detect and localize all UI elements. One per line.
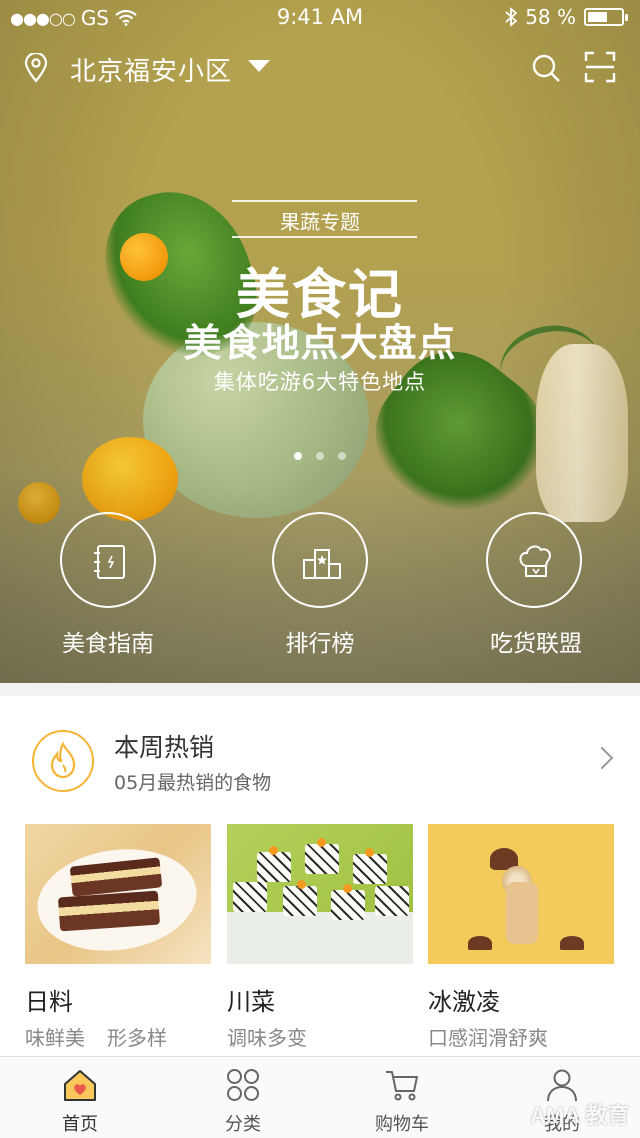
dot	[365, 848, 374, 857]
tab-label: 首页	[62, 1114, 98, 1135]
food-image[interactable]	[25, 824, 211, 964]
food-tag: 口感润滑舒爽	[428, 1026, 548, 1050]
watermark: AMA 教育	[530, 1103, 630, 1128]
home-icon	[64, 1070, 96, 1101]
food-guide-button[interactable]	[60, 512, 156, 608]
tab-cart[interactable]: 购物车	[322, 1057, 482, 1138]
cube	[233, 882, 267, 912]
foodie-league-button[interactable]	[486, 512, 582, 608]
battery-fill	[588, 12, 607, 22]
food-guide-label[interactable]: 美食指南	[8, 624, 208, 658]
section-title: 本周热销	[114, 733, 215, 762]
cube	[257, 852, 291, 882]
flame-icon-svg	[50, 741, 76, 779]
divider	[232, 200, 417, 202]
hero-banner[interactable]: ●●●○○ GS 9:41 AM 58 % 北京福安小区 果蔬专题 美食记 美食…	[0, 0, 640, 683]
cube	[331, 890, 365, 920]
foodie-league-label[interactable]: 吃货联盟	[436, 624, 636, 658]
dot	[269, 846, 278, 855]
cube	[283, 886, 317, 916]
notebook-icon	[94, 545, 125, 579]
cake-slice	[57, 890, 161, 932]
section-subtitle: 05月最热销的食物	[114, 772, 272, 794]
banner-pager[interactable]	[0, 452, 640, 460]
tab-home[interactable]: 首页	[0, 1057, 160, 1138]
pager-dot[interactable]	[294, 452, 302, 460]
food-tags: 味鲜美 形多样	[25, 1022, 167, 1051]
location-selector[interactable]: 北京福安小区	[70, 51, 232, 88]
cube	[353, 854, 387, 884]
cart-icon	[386, 1071, 418, 1101]
food-tag: 调味多变	[227, 1026, 307, 1050]
mushroom	[560, 936, 584, 950]
status-bar: ●●●○○ GS 9:41 AM 58 %	[0, 0, 640, 34]
food-card-japanese[interactable]: 日料 味鲜美 形多样	[25, 824, 211, 1050]
battery-percent: 58 %	[525, 5, 576, 29]
cube	[375, 886, 409, 916]
banner-subtitle: 美食地点大盘点	[183, 321, 457, 365]
food-card-sichuan[interactable]: 川菜 调味多变	[227, 824, 413, 1050]
tab-label: 购物车	[375, 1114, 429, 1135]
banner-description: 集体吃游6大特色地点	[213, 370, 427, 394]
food-name: 冰激凌	[428, 988, 500, 1016]
weekly-hot-section: 本周热销 05月最热销的食物 日料 味鲜美 形多样 川菜 调味多变 冰激凌 口感…	[0, 696, 640, 1056]
food-tag: 形多样	[107, 1026, 167, 1050]
location-bar: 北京福安小区	[0, 40, 640, 92]
food-tag: 味鲜美	[25, 1026, 85, 1050]
chevron-right-icon[interactable]	[590, 746, 614, 770]
divider	[232, 236, 417, 238]
dot	[297, 880, 306, 889]
chevron-down-icon[interactable]	[248, 60, 270, 72]
cube	[305, 844, 339, 874]
search-icon[interactable]	[530, 52, 562, 84]
ranking-button[interactable]	[272, 512, 368, 608]
battery-icon	[584, 8, 628, 26]
scan-icon[interactable]	[584, 51, 616, 83]
chef-hat-icon	[519, 545, 551, 577]
dot	[317, 838, 326, 847]
tab-category[interactable]: 分类	[163, 1057, 323, 1138]
ranking-label[interactable]: 排行榜	[220, 624, 420, 658]
bluetooth-icon	[505, 7, 518, 27]
stick	[506, 882, 538, 944]
pager-dot[interactable]	[338, 452, 346, 460]
pager-dot[interactable]	[316, 452, 324, 460]
food-card-icecream[interactable]: 冰激凌 口感润滑舒爽	[428, 824, 614, 1050]
flame-icon	[32, 730, 94, 792]
status-right: 58 %	[505, 5, 628, 29]
category-icon	[227, 1069, 259, 1101]
location-pin-icon[interactable]	[24, 53, 48, 83]
mushroom	[468, 936, 492, 950]
food-tags: 口感润滑舒爽	[428, 1022, 548, 1051]
banner-tag-label: 果蔬专题	[280, 210, 360, 234]
board	[227, 912, 413, 964]
food-image[interactable]	[428, 824, 614, 964]
banner-tag: 果蔬专题	[0, 200, 640, 238]
tab-label: 分类	[225, 1114, 261, 1135]
dot	[343, 884, 352, 893]
food-tags: 调味多变	[227, 1022, 307, 1051]
food-name: 日料	[25, 988, 73, 1016]
food-name: 川菜	[227, 988, 275, 1016]
food-image[interactable]	[227, 824, 413, 964]
ranking-icon	[303, 549, 341, 579]
